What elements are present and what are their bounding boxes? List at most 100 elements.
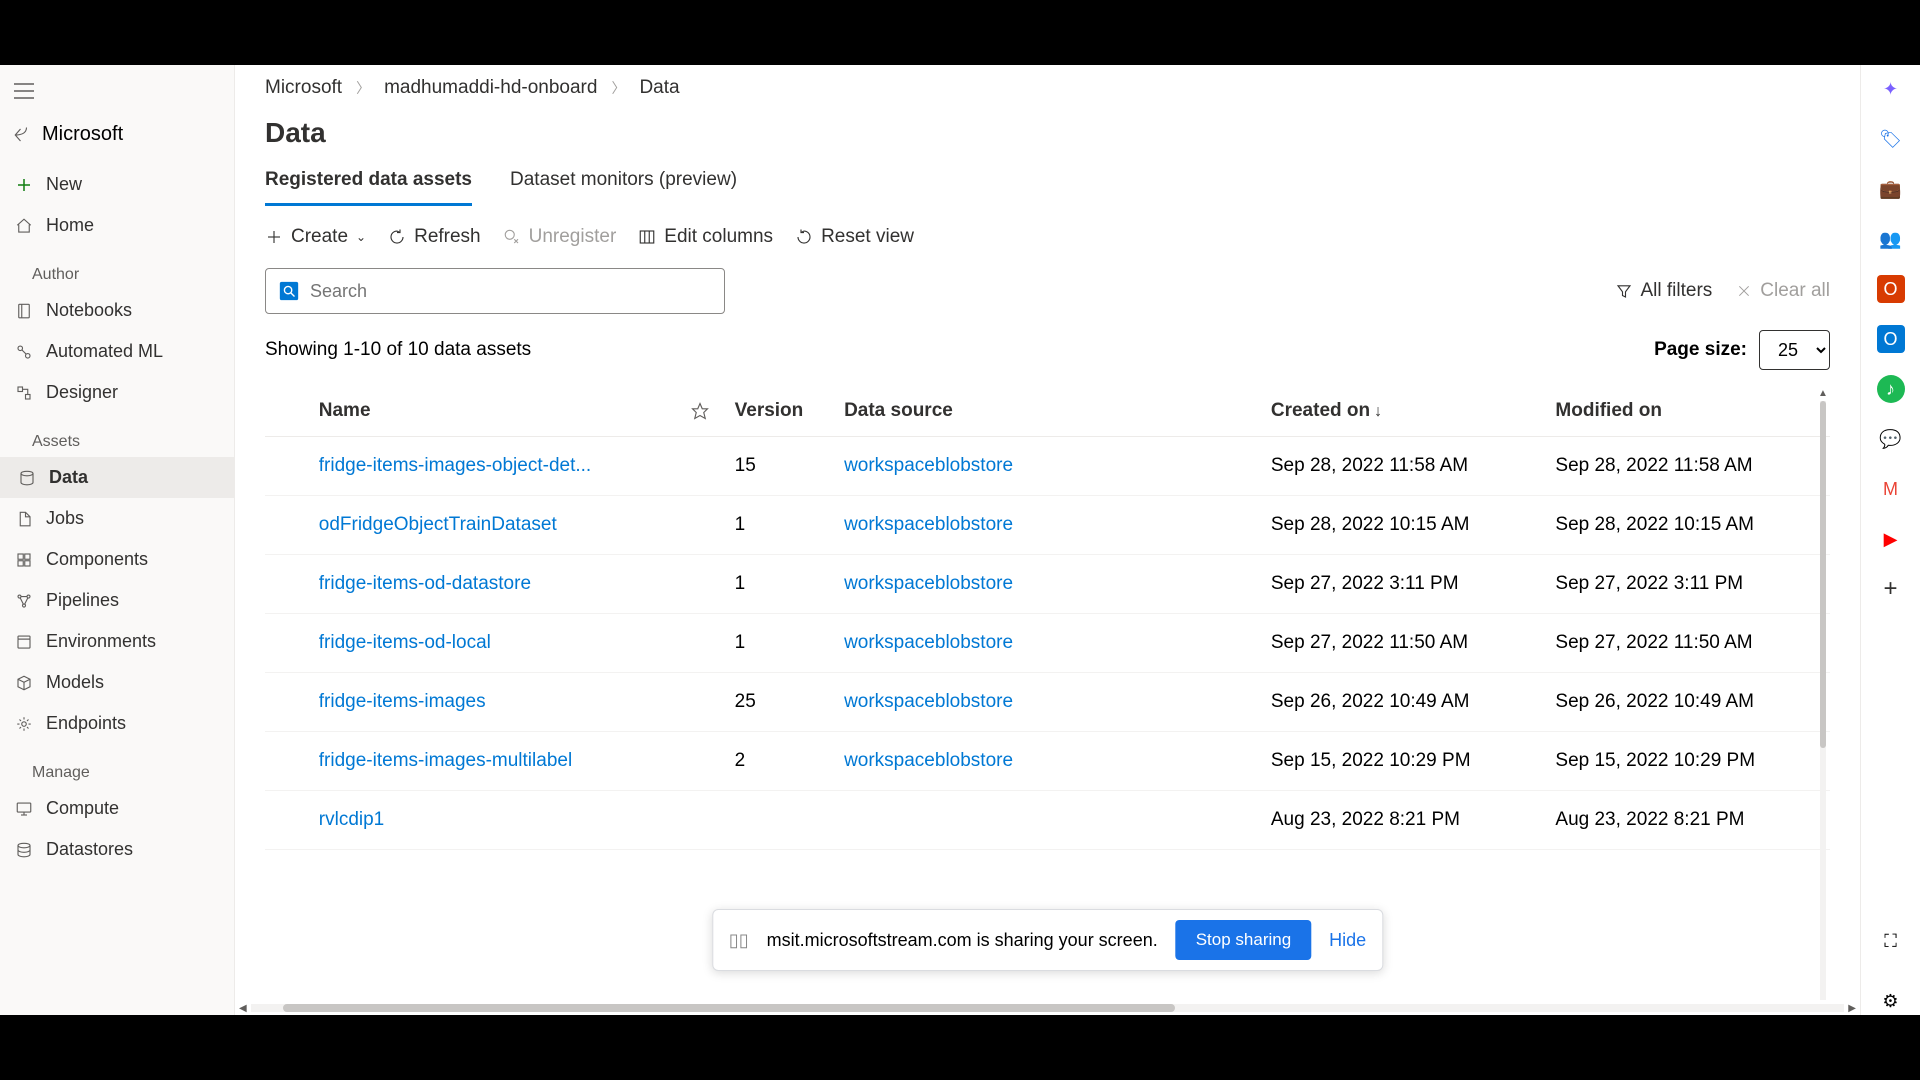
col-source[interactable]: Data source xyxy=(834,386,1261,437)
pause-icon[interactable]: ▯▯ xyxy=(729,930,749,951)
cell-created: Sep 28, 2022 11:58 AM xyxy=(1261,437,1546,496)
chevron-icon: 〉 xyxy=(611,78,625,98)
asset-name-link[interactable]: fridge-items-od-datastore xyxy=(319,573,531,594)
table-row[interactable]: fridge-items-od-datastore 1 workspaceblo… xyxy=(265,555,1830,614)
add-app-icon[interactable]: + xyxy=(1877,575,1905,603)
cell-created: Sep 27, 2022 11:50 AM xyxy=(1261,614,1546,673)
scroll-left-icon[interactable]: ◀ xyxy=(235,1003,251,1014)
breadcrumb-item[interactable]: madhumaddi-hd-onboard xyxy=(384,77,597,99)
col-checkbox[interactable] xyxy=(265,386,309,437)
scroll-up-icon[interactable]: ▲ xyxy=(1816,386,1830,401)
tab-dataset-monitors[interactable]: Dataset monitors (preview) xyxy=(510,169,737,206)
sidebar-designer[interactable]: Designer xyxy=(0,372,234,413)
tab-registered-assets[interactable]: Registered data assets xyxy=(265,169,472,206)
messenger-icon[interactable]: 💬 xyxy=(1877,425,1905,453)
search-input-wrapper[interactable] xyxy=(265,268,725,314)
asset-name-link[interactable]: fridge-items-od-local xyxy=(319,632,491,653)
datasource-link[interactable]: workspaceblobstore xyxy=(844,750,1013,771)
section-manage: Manage xyxy=(0,744,234,788)
outlook-icon[interactable]: O xyxy=(1877,325,1905,353)
cell-modified: Sep 15, 2022 10:29 PM xyxy=(1545,732,1830,791)
youtube-icon[interactable]: ▶ xyxy=(1877,525,1905,553)
sidebar-components[interactable]: Components xyxy=(0,539,234,580)
copilot-icon[interactable]: ✦ xyxy=(1877,75,1905,103)
home-icon xyxy=(14,216,34,236)
col-favorite[interactable] xyxy=(681,386,725,437)
sidebar-label: Datastores xyxy=(46,839,133,860)
breadcrumb-item[interactable]: Microsoft xyxy=(265,77,342,99)
people-icon[interactable]: 👥 xyxy=(1877,225,1905,253)
search-input[interactable] xyxy=(310,281,712,302)
asset-name-link[interactable]: fridge-items-images xyxy=(319,691,486,712)
back-link[interactable]: Microsoft xyxy=(0,109,234,164)
button-label: Clear all xyxy=(1760,280,1830,302)
refresh-button[interactable]: Refresh xyxy=(388,226,481,248)
section-assets: Assets xyxy=(0,413,234,457)
asset-name-link[interactable]: fridge-items-images-multilabel xyxy=(319,750,572,771)
sidebar-home[interactable]: Home xyxy=(0,205,234,246)
screen-share-bar: ▯▯ msit.microsoftstream.com is sharing y… xyxy=(712,909,1383,971)
asset-name-link[interactable]: odFridgeObjectTrainDataset xyxy=(319,514,557,535)
col-name[interactable]: Name xyxy=(309,386,681,437)
sidebar-models[interactable]: Models xyxy=(0,662,234,703)
stop-sharing-button[interactable]: Stop sharing xyxy=(1176,920,1311,960)
page-size-select[interactable]: 25 xyxy=(1759,330,1830,370)
reset-view-button[interactable]: Reset view xyxy=(795,226,914,248)
sidebar-label: Environments xyxy=(46,631,156,652)
table-row[interactable]: fridge-items-images 25 workspaceblobstor… xyxy=(265,673,1830,732)
table-row[interactable]: rvlcdip1 Aug 23, 2022 8:21 PM Aug 23, 20… xyxy=(265,791,1830,850)
settings-icon[interactable]: ⚙ xyxy=(1877,987,1905,1015)
table-row[interactable]: fridge-items-images-multilabel 2 workspa… xyxy=(265,732,1830,791)
cell-modified: Aug 23, 2022 8:21 PM xyxy=(1545,791,1830,850)
gmail-icon[interactable]: M xyxy=(1877,475,1905,503)
sidebar-environments[interactable]: Environments xyxy=(0,621,234,662)
sidebar-jobs[interactable]: Jobs xyxy=(0,498,234,539)
cell-created: Sep 15, 2022 10:29 PM xyxy=(1261,732,1546,791)
scroll-right-icon[interactable]: ▶ xyxy=(1844,1003,1860,1014)
office-icon[interactable]: O xyxy=(1877,275,1905,303)
sidebar-notebooks[interactable]: Notebooks xyxy=(0,290,234,331)
asset-name-link[interactable]: fridge-items-images-object-det... xyxy=(319,455,591,476)
reset-icon xyxy=(795,228,813,246)
sidebar-compute[interactable]: Compute xyxy=(0,788,234,829)
button-label: Refresh xyxy=(414,226,481,248)
col-version[interactable]: Version xyxy=(725,386,834,437)
sidebar: Microsoft New Home Author Notebooks Auto… xyxy=(0,65,235,1015)
right-rail: ✦ 🏷 💼 👥 O O ♪ 💬 M ▶ + ⛶ ⚙ xyxy=(1860,65,1920,1015)
unregister-icon xyxy=(503,228,521,246)
clear-all-button: Clear all xyxy=(1736,280,1830,302)
sidebar-label: Pipelines xyxy=(46,590,119,611)
datasource-link[interactable]: workspaceblobstore xyxy=(844,455,1013,476)
tag-icon[interactable]: 🏷 xyxy=(1877,125,1905,153)
expand-icon[interactable]: ⛶ xyxy=(1877,927,1905,955)
sidebar-automl[interactable]: Automated ML xyxy=(0,331,234,372)
menu-toggle[interactable] xyxy=(0,73,234,109)
asset-name-link[interactable]: rvlcdip1 xyxy=(319,809,384,830)
table-row[interactable]: fridge-items-images-object-det... 15 wor… xyxy=(265,437,1830,496)
col-modified[interactable]: Modified on xyxy=(1545,386,1830,437)
edit-columns-button[interactable]: Edit columns xyxy=(638,226,773,248)
table-row[interactable]: fridge-items-od-local 1 workspaceblobsto… xyxy=(265,614,1830,673)
cell-modified: Sep 27, 2022 3:11 PM xyxy=(1545,555,1830,614)
spotify-icon[interactable]: ♪ xyxy=(1877,375,1905,403)
datasource-link[interactable]: workspaceblobstore xyxy=(844,573,1013,594)
hide-link[interactable]: Hide xyxy=(1329,930,1366,951)
vertical-scrollbar[interactable]: ▲ ▼ xyxy=(1816,386,1830,1015)
create-button[interactable]: Create ⌄ xyxy=(265,226,366,248)
all-filters-button[interactable]: All filters xyxy=(1615,280,1713,302)
sidebar-endpoints[interactable]: Endpoints xyxy=(0,703,234,744)
sidebar-label: Components xyxy=(46,549,148,570)
briefcase-icon[interactable]: 💼 xyxy=(1877,175,1905,203)
datasource-link[interactable]: workspaceblobstore xyxy=(844,691,1013,712)
horizontal-scrollbar[interactable]: ◀ ▶ xyxy=(235,1001,1860,1015)
sidebar-datastores[interactable]: Datastores xyxy=(0,829,234,870)
models-icon xyxy=(14,673,34,693)
sidebar-new[interactable]: New xyxy=(0,164,234,205)
page-title: Data xyxy=(265,117,1830,149)
table-row[interactable]: odFridgeObjectTrainDataset 1 workspacebl… xyxy=(265,496,1830,555)
sidebar-data[interactable]: Data xyxy=(0,457,234,498)
datasource-link[interactable]: workspaceblobstore xyxy=(844,514,1013,535)
sidebar-pipelines[interactable]: Pipelines xyxy=(0,580,234,621)
datasource-link[interactable]: workspaceblobstore xyxy=(844,632,1013,653)
col-created[interactable]: Created on↓ xyxy=(1261,386,1546,437)
